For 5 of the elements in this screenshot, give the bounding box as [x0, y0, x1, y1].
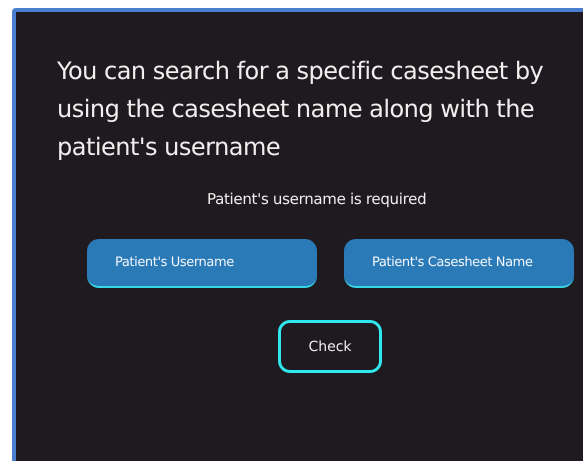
instruction-heading: You can search for a specific casesheet by using the casesheet name along with the patient's username	[57, 56, 544, 163]
check-button[interactable]: Check	[278, 320, 382, 373]
input-field[interactable]: Patient's Casesheet Name	[344, 239, 574, 288]
validation-message: Patient's username is required	[206, 190, 428, 208]
input-field[interactable]: Patient's Username	[87, 239, 317, 288]
